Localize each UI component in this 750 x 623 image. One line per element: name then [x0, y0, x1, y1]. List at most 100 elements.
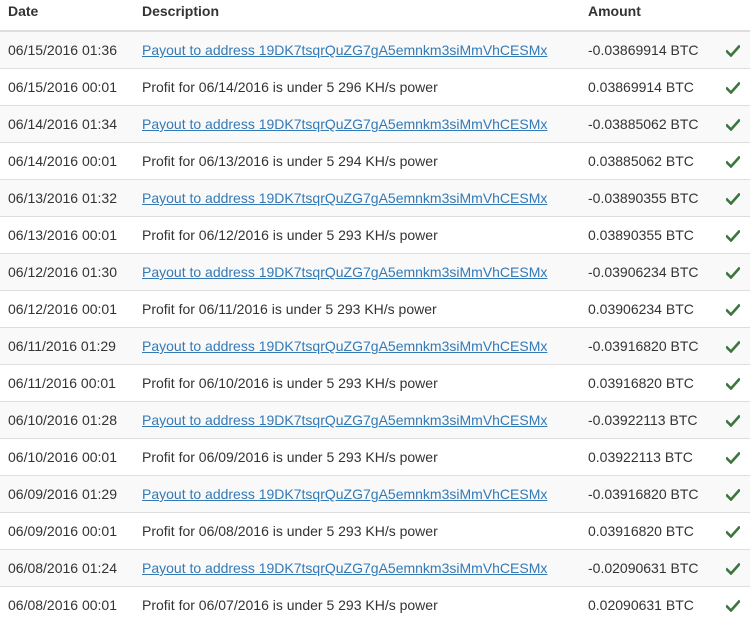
row-amount: -0.03885062 BTC [580, 106, 715, 143]
check-icon [726, 378, 740, 390]
row-date: 06/14/2016 01:34 [0, 106, 134, 143]
check-icon [726, 82, 740, 94]
row-date: 06/15/2016 01:36 [0, 31, 134, 69]
table-row: 06/13/2016 00:01Profit for 06/12/2016 is… [0, 217, 750, 254]
table-header: Date Description Amount [0, 0, 750, 31]
row-description-cell: Profit for 06/08/2016 is under 5 293 KH/… [134, 513, 580, 550]
table-row: 06/11/2016 01:29 Payout to address 19DK7t… [0, 328, 750, 365]
table-row: 06/14/2016 00:01 Profit for 06/13/2016 is… [0, 143, 750, 180]
check-icon [726, 304, 740, 316]
payout-address-link[interactable]: Payout to address 19DK7tsqrQuZG7gA5emnkm… [142, 42, 547, 58]
row-description-cell: Payout to address 19DK7tsqrQuZG7gA5emnkm… [134, 550, 580, 587]
row-status [715, 180, 750, 217]
profit-description: Profit for 06/09/2016 is under 5 293 KH/… [142, 449, 438, 465]
row-amount: -0.03890355 BTC [580, 180, 715, 217]
table-row: 06/12/2016 00:01 Profit for 06/11/2016 is… [0, 291, 750, 328]
row-description-cell: Profit for 06/11/2016 is under 5 293 KH/… [134, 291, 580, 328]
column-header-description: Description [134, 0, 580, 31]
row-date: 06/11/2016 01:29 [0, 328, 134, 365]
table-row: 06/08/2016 01:24 Payout to address 19DK7t… [0, 550, 750, 587]
row-date: 06/15/2016 00:01 [0, 69, 134, 106]
row-description-cell: Payout to address 19DK7tsqrQuZG7gA5emnkm… [134, 328, 580, 365]
row-status [715, 513, 750, 550]
check-icon [726, 156, 740, 168]
payout-address-link[interactable]: Payout to address 19DK7tsqrQuZG7gA5emnkm… [142, 190, 547, 206]
payout-address-link[interactable]: Payout to address 19DK7tsqrQuZG7gA5emnkm… [142, 486, 547, 502]
row-status [715, 106, 750, 143]
row-description-cell: Payout to address 19DK7tsqrQuZG7gA5emnkm… [134, 31, 580, 69]
row-status [715, 402, 750, 439]
table-body: 06/15/2016 01:36 Payout to address 19DK7t… [0, 31, 750, 623]
row-description-cell: Payout to address 19DK7tsqrQuZG7gA5emnkm… [134, 402, 580, 439]
payout-address-link[interactable]: Payout to address 19DK7tsqrQuZG7gA5emnkm… [142, 264, 547, 280]
row-date: 06/12/2016 00:01 [0, 291, 134, 328]
check-icon [726, 452, 740, 464]
profit-description: Profit for 06/10/2016 is under 5 293 KH/… [142, 375, 438, 391]
payout-address-link[interactable]: Payout to address 19DK7tsqrQuZG7gA5emnkm… [142, 338, 547, 354]
table-row: 06/10/2016 01:28 Payout to address 19DK7t… [0, 402, 750, 439]
table-row: 06/15/2016 01:36 Payout to address 19DK7t… [0, 31, 750, 69]
row-amount: -0.03906234 BTC [580, 254, 715, 291]
payout-address-link[interactable]: Payout to address 19DK7tsqrQuZG7gA5emnkm… [142, 116, 547, 132]
row-amount: 0.03890355 BTC [580, 217, 715, 254]
row-description-cell: Profit for 06/13/2016 is under 5 294 KH/… [134, 143, 580, 180]
row-status [715, 69, 750, 106]
table-row: 06/11/2016 00:01 Profit for 06/10/2016 is… [0, 365, 750, 402]
row-date: 06/08/2016 01:24 [0, 550, 134, 587]
transactions-table: Date Description Amount 06/15/2016 01:36… [0, 0, 750, 623]
profit-description: Profit for 06/14/2016 is under 5 296 KH/… [142, 79, 438, 95]
check-icon [726, 230, 740, 242]
row-date: 06/13/2016 00:01 [0, 217, 134, 254]
payout-address-link[interactable]: Payout to address 19DK7tsqrQuZG7gA5emnkm… [142, 412, 547, 428]
row-date: 06/14/2016 00:01 [0, 143, 134, 180]
payout-address-link[interactable]: Payout to address 19DK7tsqrQuZG7gA5emnkm… [142, 560, 547, 576]
header-row: Date Description Amount [0, 0, 750, 31]
row-date: 06/13/2016 01:32 [0, 180, 134, 217]
row-description-cell: Profit for 06/14/2016 is under 5 296 KH/… [134, 69, 580, 106]
row-description-cell: Payout to address 19DK7tsqrQuZG7gA5emnkm… [134, 106, 580, 143]
row-date: 06/12/2016 01:30 [0, 254, 134, 291]
row-amount: -0.03922113 BTC [580, 402, 715, 439]
table-row: 06/09/2016 01:29Payout to address 19DK7t… [0, 476, 750, 513]
profit-description: Profit for 06/08/2016 is under 5 293 KH/… [142, 523, 438, 539]
check-icon [726, 563, 740, 575]
row-status [715, 291, 750, 328]
profit-description: Profit for 06/13/2016 is under 5 294 KH/… [142, 153, 438, 169]
row-status [715, 476, 750, 513]
check-icon [726, 415, 740, 427]
row-amount: -0.03869914 BTC [580, 31, 715, 69]
column-header-amount: Amount [580, 0, 715, 31]
column-header-status [715, 0, 750, 31]
check-icon [726, 600, 740, 612]
row-date: 06/10/2016 01:28 [0, 402, 134, 439]
row-status [715, 31, 750, 69]
check-icon [726, 45, 740, 57]
row-status [715, 217, 750, 254]
row-description-cell: Payout to address 19DK7tsqrQuZG7gA5emnkm… [134, 180, 580, 217]
table-row: 06/12/2016 01:30 Payout to address 19DK7t… [0, 254, 750, 291]
row-amount: 0.03916820 BTC [580, 365, 715, 402]
table-row: 06/13/2016 01:32 Payout to address 19DK7t… [0, 180, 750, 217]
row-amount: -0.03916820 BTC [580, 476, 715, 513]
row-status [715, 254, 750, 291]
column-header-date: Date [0, 0, 134, 31]
row-amount: 0.03906234 BTC [580, 291, 715, 328]
row-date: 06/09/2016 00:01 [0, 513, 134, 550]
row-status [715, 143, 750, 180]
row-description-cell: Payout to address 19DK7tsqrQuZG7gA5emnkm… [134, 254, 580, 291]
row-date: 06/11/2016 00:01 [0, 365, 134, 402]
row-description-cell: Profit for 06/12/2016 is under 5 293 KH/… [134, 217, 580, 254]
row-status [715, 365, 750, 402]
row-status [715, 439, 750, 476]
table-row: 06/09/2016 00:01 Profit for 06/08/2016 is… [0, 513, 750, 550]
row-description-cell: Payout to address 19DK7tsqrQuZG7gA5emnkm… [134, 476, 580, 513]
check-icon [726, 341, 740, 353]
row-amount: -0.02090631 BTC [580, 550, 715, 587]
row-amount: 0.03922113 BTC [580, 439, 715, 476]
check-icon [726, 526, 740, 538]
table-row: 06/15/2016 00:01 Profit for 06/14/2016 is… [0, 69, 750, 106]
profit-description: Profit for 06/07/2016 is under 5 293 KH/… [142, 597, 438, 613]
check-icon [726, 119, 740, 131]
profit-description: Profit for 06/11/2016 is under 5 293 KH/… [142, 301, 437, 317]
row-date: 06/10/2016 00:01 [0, 439, 134, 476]
